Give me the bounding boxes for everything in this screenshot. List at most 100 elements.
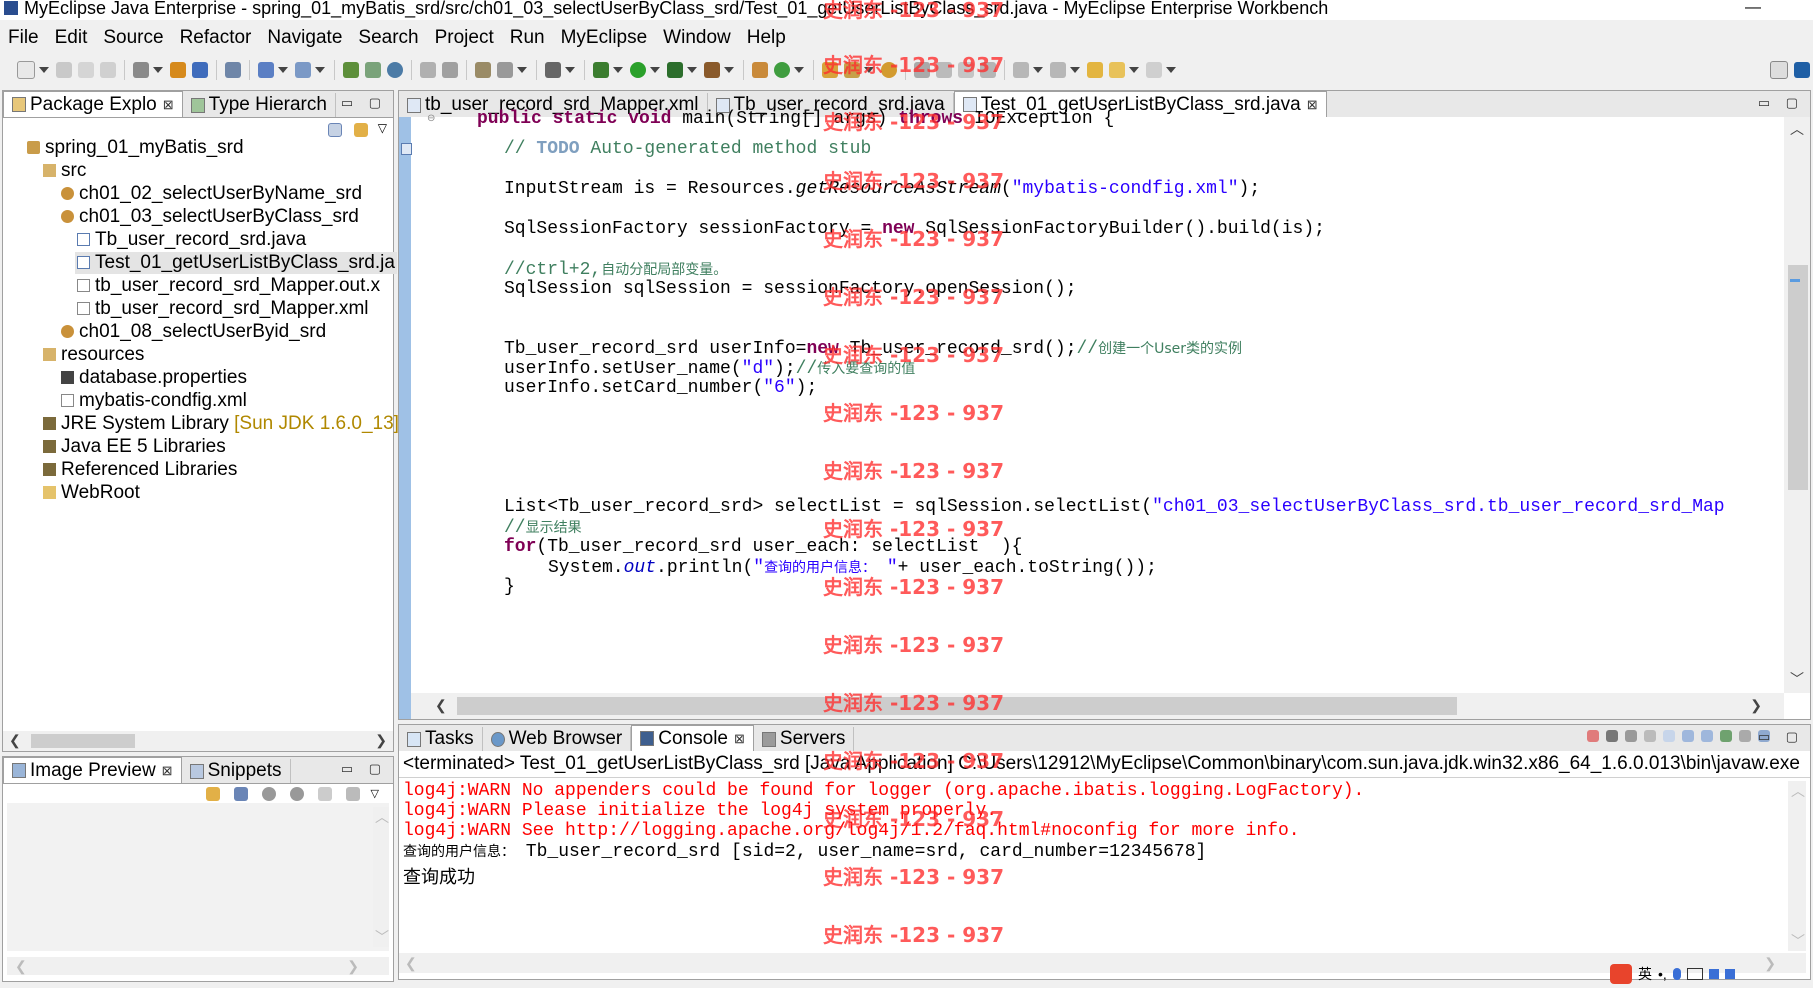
tree-item-resources[interactable]: resources <box>43 344 144 366</box>
print-icon[interactable] <box>100 62 116 78</box>
save-icon[interactable] <box>56 62 72 78</box>
close-icon[interactable]: ⊠ <box>163 97 174 113</box>
terminate-icon[interactable] <box>1587 730 1599 742</box>
tree-item-referenced-libraries[interactable]: Referenced Libraries <box>43 459 237 481</box>
close-icon[interactable]: ⊠ <box>734 731 745 747</box>
prev-annotation-icon[interactable] <box>1050 62 1066 78</box>
remove-launch-icon[interactable] <box>1606 730 1618 742</box>
settings-dropdown-icon[interactable] <box>517 67 527 73</box>
toolbox-icon[interactable] <box>1724 969 1735 979</box>
open-perspective-icon[interactable] <box>442 62 458 78</box>
view-menu-icon[interactable]: ▽ <box>378 121 387 135</box>
tab-web-browser[interactable]: Web Browser <box>483 727 632 751</box>
keyboard-icon[interactable] <box>1686 968 1703 980</box>
remove-all-launches-icon[interactable] <box>1625 730 1637 742</box>
new-class-icon[interactable] <box>752 62 768 78</box>
open-hierarchy-icon[interactable] <box>420 62 436 78</box>
new-wizard-dropdown-icon[interactable] <box>153 67 163 73</box>
tree-item-webroot[interactable]: WebRoot <box>43 482 140 504</box>
search-dropdown-icon[interactable] <box>315 67 325 73</box>
actual-size-icon[interactable] <box>317 787 332 801</box>
forward-icon[interactable] <box>1146 62 1162 78</box>
monitor-icon[interactable] <box>545 62 561 78</box>
back-icon[interactable] <box>1109 62 1125 78</box>
tree-item-xml-file[interactable]: tb_user_record_srd_Mapper.out.x <box>77 275 380 297</box>
external-tools-dropdown-icon[interactable] <box>687 67 697 73</box>
prev-annotation-dropdown-icon[interactable] <box>1070 67 1080 73</box>
console-horizontal-scrollbar[interactable]: ❮ ❯ <box>399 953 1806 973</box>
debug-dropdown-icon[interactable] <box>613 67 623 73</box>
code-editor[interactable]: ⊖ public static void main(String[] args)… <box>399 109 1810 719</box>
clear-console-icon[interactable] <box>1644 730 1656 742</box>
view-window-controls[interactable]: ▭ ▢ <box>341 761 387 777</box>
tree-item-src[interactable]: src <box>43 160 86 182</box>
run-dropdown-icon[interactable] <box>650 67 660 73</box>
preview-horizontal-scrollbar[interactable]: ❮ ❯ <box>7 957 389 975</box>
next-annotation-dropdown-icon[interactable] <box>1033 67 1043 73</box>
menu-window[interactable]: Window <box>655 27 739 49</box>
profile-dropdown-icon[interactable] <box>724 67 734 73</box>
open-type-dropdown-icon[interactable] <box>278 67 288 73</box>
punctuation-icon[interactable]: •, <box>1658 966 1667 982</box>
myeclipse-perspective-icon[interactable] <box>1794 62 1810 78</box>
last-edit-icon[interactable] <box>1087 62 1103 78</box>
globe-icon[interactable] <box>387 62 403 78</box>
tab-image-preview[interactable]: Image Preview ⊠ <box>3 757 182 783</box>
scroll-down-icon[interactable]: ﹀ <box>375 927 389 947</box>
next-annotation-icon[interactable] <box>1013 62 1029 78</box>
scroll-up-icon[interactable]: ︿ <box>375 807 389 827</box>
editor-vertical-scrollbar[interactable]: ︿ ﹀ <box>1784 117 1810 693</box>
skin-icon[interactable] <box>1708 969 1719 979</box>
scroll-lock-icon[interactable] <box>1663 730 1675 742</box>
scroll-left-icon[interactable]: ❮ <box>9 732 21 749</box>
tree-item-package[interactable]: ch01_08_selectUserByid_srd <box>61 321 326 343</box>
ime-language[interactable]: 英 <box>1638 964 1652 984</box>
refresh-icon[interactable] <box>205 787 220 801</box>
tree-item-jre-library[interactable]: JRE System Library [Sun JDK 1.6.0_13] <box>43 413 399 435</box>
link-with-editor-icon[interactable] <box>354 123 368 137</box>
tab-package-explorer[interactable]: Package Explo ⊠ <box>3 91 183 117</box>
scroll-right-icon[interactable]: ❯ <box>1750 697 1762 714</box>
console-vertical-scrollbar[interactable]: ︿ ﹀ <box>1788 781 1806 951</box>
tree-item-java-file-selected[interactable]: Test_01_getUserListByClass_srd.ja <box>75 252 397 274</box>
scroll-up-icon[interactable]: ︿ <box>1790 119 1804 139</box>
tree-item-project[interactable]: spring_01_myBatis_srd <box>27 137 244 159</box>
tree-item-xml-file[interactable]: tb_user_record_srd_Mapper.xml <box>77 298 369 320</box>
view-window-controls[interactable]: ▭ ▢ <box>1758 729 1804 745</box>
tab-snippets[interactable]: Snippets <box>182 759 291 783</box>
new-wizard-icon[interactable] <box>133 62 149 78</box>
tree-item-xml-file[interactable]: mybatis-condfig.xml <box>61 390 247 412</box>
debug-icon[interactable] <box>593 62 609 78</box>
run-icon[interactable] <box>630 62 646 78</box>
editor-window-controls[interactable]: ▭ ▢ <box>1758 95 1804 111</box>
collapse-all-icon[interactable] <box>328 123 342 137</box>
menu-source[interactable]: Source <box>95 27 171 49</box>
menu-project[interactable]: Project <box>427 27 502 49</box>
menu-file[interactable]: File <box>0 27 47 49</box>
tree-item-javaee-library[interactable]: Java EE 5 Libraries <box>43 436 226 458</box>
close-icon[interactable]: ⊠ <box>162 763 173 779</box>
new-package-icon[interactable] <box>365 62 381 78</box>
profile-icon[interactable] <box>704 62 720 78</box>
scrollbar-thumb[interactable] <box>1788 265 1808 490</box>
pin-console-icon[interactable] <box>1720 730 1732 742</box>
scroll-left-icon[interactable]: ❮ <box>405 955 417 972</box>
open-perspective-button-icon[interactable] <box>1770 61 1788 79</box>
menu-navigate[interactable]: Navigate <box>259 27 350 49</box>
new-icon[interactable] <box>17 61 35 79</box>
sogou-icon[interactable] <box>1610 964 1632 984</box>
editor-horizontal-scrollbar[interactable]: ❮ ❯ <box>411 693 1784 719</box>
preview-vertical-scrollbar[interactable]: ︿ ﹀ <box>373 807 389 947</box>
fold-icon[interactable]: ⊖ <box>427 113 435 124</box>
fit-image-icon[interactable] <box>233 787 248 801</box>
menu-help[interactable]: Help <box>739 27 794 49</box>
microphone-icon[interactable] <box>1672 968 1681 980</box>
display-console-icon[interactable] <box>1739 730 1751 742</box>
new-java-project-icon[interactable] <box>343 62 359 78</box>
back-dropdown-icon[interactable] <box>1129 67 1139 73</box>
explorer-horizontal-scrollbar[interactable]: ❮ ❯ <box>3 731 393 751</box>
show-on-error-icon[interactable] <box>1701 730 1713 742</box>
scroll-up-icon[interactable]: ︿ <box>1791 781 1805 801</box>
tab-type-hierarchy[interactable]: Type Hierarch <box>183 93 336 117</box>
tab-console[interactable]: Console ⊠ <box>631 725 754 751</box>
